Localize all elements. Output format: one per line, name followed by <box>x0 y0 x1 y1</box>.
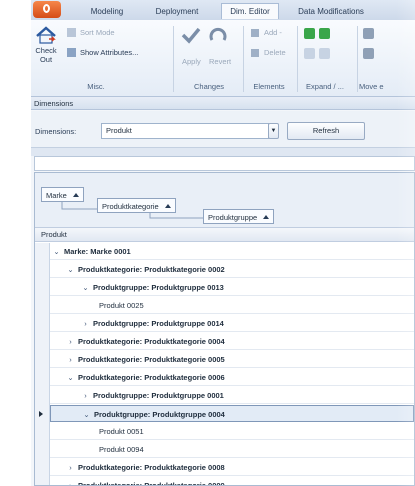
group-row[interactable]: › Produktkategorie: Produktkategorie 0005 <box>50 351 414 368</box>
sort-mode-button[interactable]: Sort Mode <box>80 28 115 37</box>
sort-ascending-icon <box>72 193 79 197</box>
revert-button[interactable]: Revert <box>209 57 231 66</box>
group-row[interactable]: ⌄ Produktgruppe: Produktgruppe 0013 <box>50 279 414 296</box>
expand-icon[interactable]: › <box>81 315 90 332</box>
apply-checkmark-icon <box>181 27 201 44</box>
show-attributes-icon <box>67 48 76 57</box>
row-label: Produktkategorie: Produktkategorie 0008 <box>78 463 225 472</box>
group-row[interactable]: › Produktgruppe: Produktgruppe 0001 <box>50 387 414 404</box>
row-label: Produktkategorie: Produktkategorie 0004 <box>78 337 225 346</box>
ribbon: Check Out Sort Mode Show Attributes... M… <box>31 20 415 97</box>
expand-all-icon[interactable] <box>304 28 315 39</box>
table-row[interactable]: Produkt 0094 <box>50 441 414 458</box>
row-label: Produktgruppe: Produktgruppe 0004 <box>94 410 225 419</box>
connector-line <box>149 213 205 219</box>
collapse-icon[interactable]: ⌄ <box>66 261 75 278</box>
expand-icon[interactable]: › <box>66 459 75 476</box>
ribbon-tab-bar: Modeling Deployment Dim. Editor Data Mod… <box>31 0 415 20</box>
delete-element-icon <box>251 49 259 57</box>
group-row[interactable]: ⌄ Produktkategorie: Produktkategorie 0002 <box>50 261 414 278</box>
hierarchy-grid: Marke Produktkategorie Produktgruppe Pro… <box>34 172 415 486</box>
chevron-down-icon: ▼ <box>270 128 277 134</box>
column-header-produkt[interactable]: Produkt <box>35 228 414 242</box>
row-label: Produktkategorie: Produktkategorie 0006 <box>78 373 225 382</box>
revert-icon <box>209 27 227 41</box>
group-row[interactable]: ⌄ Produktkategorie: Produktkategorie 0006 <box>50 369 414 386</box>
ribbon-separator <box>357 26 358 92</box>
collapse-icon[interactable]: ⌄ <box>52 243 61 260</box>
ribbon-separator <box>173 26 174 92</box>
tab-data-modifications[interactable]: Data Modifications <box>287 4 375 20</box>
collapse-icon[interactable]: ⌄ <box>82 406 91 423</box>
sort-ascending-icon <box>164 204 171 208</box>
check-out-icon <box>36 26 56 44</box>
row-label: Produktgruppe: Produktgruppe 0001 <box>93 391 224 400</box>
row-label: Produkt 0025 <box>99 301 144 310</box>
collapse-icon[interactable]: ⌄ <box>81 279 90 296</box>
tab-dim-editor[interactable]: Dim. Editor <box>221 3 279 19</box>
tab-modeling[interactable]: Modeling <box>83 4 131 20</box>
application-menu-button[interactable] <box>33 1 61 18</box>
dimensions-selected-value: Produkt <box>106 126 132 135</box>
group-by-panel: Marke Produktkategorie Produktgruppe <box>35 173 414 228</box>
delete-element-button[interactable]: Delete <box>264 48 286 57</box>
group-chip-marke[interactable]: Marke <box>41 187 84 202</box>
app-logo-icon <box>43 4 50 13</box>
row-label: Produktkategorie: Produktkategorie 0009 <box>78 481 225 486</box>
group-label-elements: Elements <box>253 82 285 91</box>
row-label: Produkt 0094 <box>99 445 144 454</box>
dimensions-select[interactable]: Produkt <box>101 123 269 139</box>
expand-level-icon[interactable] <box>319 28 330 39</box>
dimensions-toolbar: Dimensions: Produkt ▼ Refresh <box>31 111 415 147</box>
tab-deployment[interactable]: Deployment <box>147 4 207 20</box>
dimensions-label: Dimensions: <box>35 127 77 136</box>
row-label: Produktkategorie: Produktkategorie 0002 <box>78 265 225 274</box>
sort-ascending-icon <box>263 215 270 219</box>
group-label-changes: Changes <box>193 82 225 91</box>
group-label-move: Move e <box>359 82 384 91</box>
refresh-button[interactable]: Refresh <box>287 122 365 140</box>
collapse-icon[interactable]: ⌄ <box>66 369 75 386</box>
collapse-all-icon[interactable] <box>304 48 315 59</box>
application-window: Modeling Deployment Dim. Editor Data Mod… <box>31 0 415 486</box>
add-element-button[interactable]: Add - <box>264 28 282 37</box>
group-row[interactable]: › Produktkategorie: Produktkategorie 0004 <box>50 333 414 350</box>
group-chip-produktkategorie[interactable]: Produktkategorie <box>97 198 176 213</box>
row-indicator-column <box>35 243 50 485</box>
expand-icon[interactable]: › <box>81 387 90 404</box>
expand-icon[interactable]: › <box>66 333 75 350</box>
collapse-level-icon[interactable] <box>319 48 330 59</box>
group-row[interactable]: › Produktgruppe: Produktgruppe 0014 <box>50 315 414 332</box>
table-row[interactable]: Produkt 0051 <box>50 423 414 440</box>
current-row-indicator-icon <box>39 411 43 417</box>
group-label-misc: Misc. <box>87 82 105 91</box>
add-element-icon <box>251 29 259 37</box>
ribbon-separator <box>243 26 244 92</box>
sort-mode-icon <box>67 28 76 37</box>
group-label-expand: Expand / ... <box>306 82 344 91</box>
group-row[interactable]: › Produktkategorie: Produktkategorie 0009 <box>50 477 414 486</box>
group-chip-produktgruppe[interactable]: Produktgruppe <box>203 209 275 224</box>
group-row[interactable]: ⌄ Produktgruppe: Produktgruppe 0004 <box>50 405 414 422</box>
check-out-button[interactable]: Check Out <box>34 46 58 64</box>
panel-band <box>31 147 415 156</box>
connector-line <box>61 202 99 210</box>
apply-button[interactable]: Apply <box>182 57 201 66</box>
table-row[interactable]: Produkt 0025 <box>50 297 414 314</box>
row-label: Produktgruppe: Produktgruppe 0013 <box>93 283 224 292</box>
row-label: Produktgruppe: Produktgruppe 0014 <box>93 319 224 328</box>
dimensions-panel-header: Dimensions <box>31 97 415 110</box>
dimensions-dropdown-button[interactable]: ▼ <box>268 123 279 139</box>
row-label: Produkt 0051 <box>99 427 144 436</box>
expand-icon[interactable]: › <box>66 351 75 368</box>
group-row[interactable]: › Produktkategorie: Produktkategorie 0008 <box>50 459 414 476</box>
move-down-icon[interactable] <box>363 48 374 59</box>
row-label: Marke: Marke 0001 <box>64 247 131 256</box>
expand-icon[interactable]: › <box>66 477 75 485</box>
show-attributes-button[interactable]: Show Attributes... <box>80 48 138 57</box>
group-row[interactable]: ⌄ Marke: Marke 0001 <box>50 243 414 260</box>
row-label: Produktkategorie: Produktkategorie 0005 <box>78 355 225 364</box>
move-up-icon[interactable] <box>363 28 374 39</box>
filter-bar[interactable] <box>34 156 415 171</box>
